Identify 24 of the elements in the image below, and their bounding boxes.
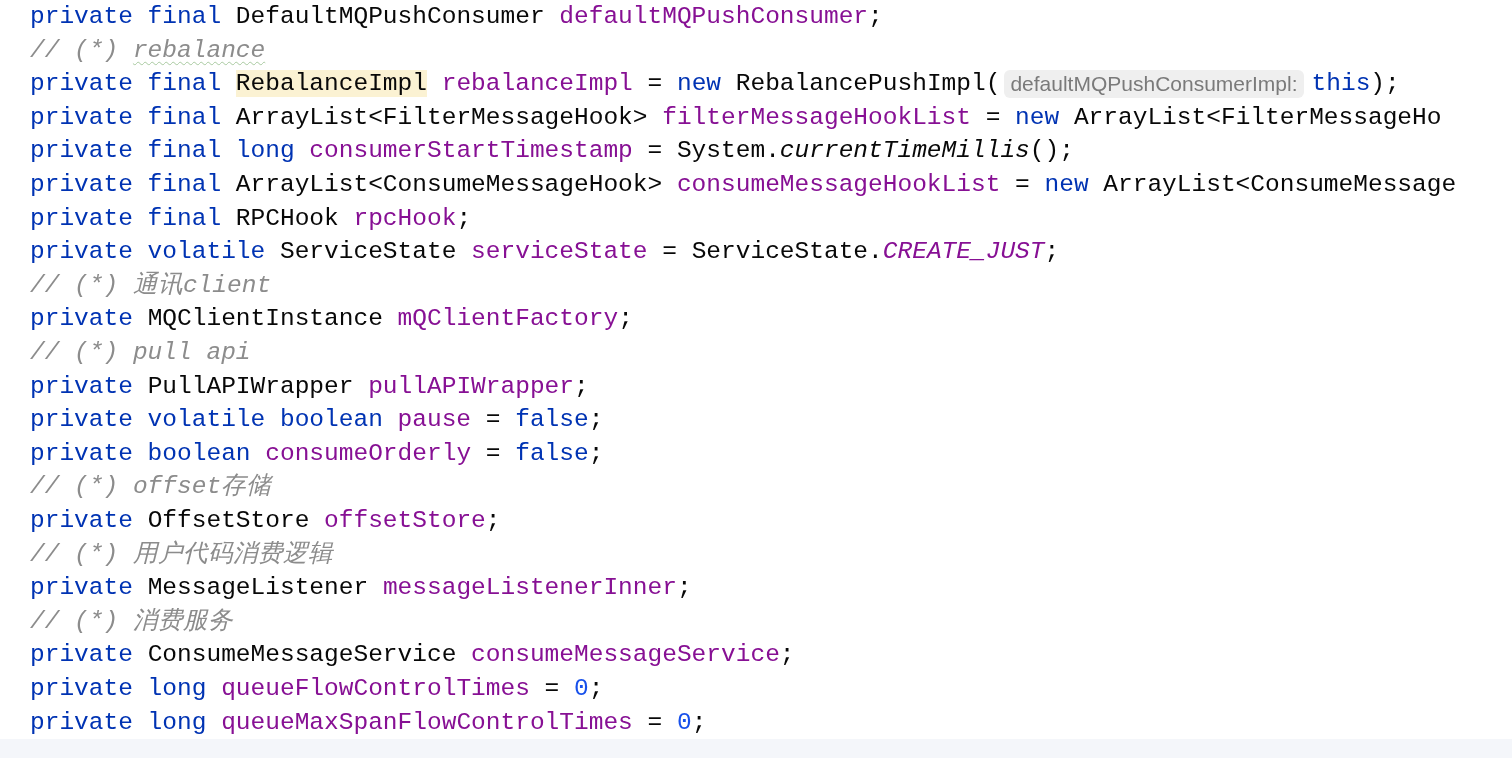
- code-text: // (*) 消费服务: [30, 606, 233, 637]
- code-text: private MQClientInstance mQClientFactory;: [30, 304, 633, 334]
- code-text: private final long consumerStartTimestamp = System.currentTimeMillis();: [30, 136, 1074, 166]
- code-text: private final RPCHook rpcHook;: [30, 203, 472, 234]
- code-text: private volatile boolean pause = false;: [30, 405, 604, 435]
- code-text: private final ArrayList<FilterMessageHook> filterMessageHookList = new ArrayList<FilterMessageHo: [30, 102, 1442, 133]
- code-text: private final RebalanceImpl rebalanceImpl = new RebalancePushImpl(: [30, 69, 1001, 99]
- code-text: // (*) 通讯client: [30, 270, 272, 301]
- code-text: private MessageListener messageListenerInner;: [30, 573, 692, 603]
- code-text: // (*) 用户代码消费逻辑: [30, 539, 333, 569]
- code-text: this);: [1311, 69, 1400, 99]
- code-text: private final DefaultMQPushConsumer defaultMQPushConsumer;: [30, 2, 883, 32]
- code-text: private final ArrayList<ConsumeMessageHook> consumeMessageHookList = new ArrayList<ConsumeMessage: [30, 170, 1457, 200]
- code-text: // (*) offset存储: [30, 472, 272, 502]
- code-text: private long queueMaxSpanFlowControlTimes = 0;: [30, 707, 707, 737]
- code-text: // (*) pull api: [30, 338, 251, 368]
- code-text: private ConsumeMessageService consumeMessageService;: [30, 640, 795, 670]
- parameter-hint: defaultMQPushConsumerImpl:: [1004, 70, 1304, 98]
- code-text: // (*) rebalance: [30, 35, 266, 66]
- code-text: private PullAPIWrapper pullAPIWrapper;: [30, 371, 589, 401]
- code-text: private boolean consumeOrderly = false;: [30, 438, 604, 469]
- code-text: private long queueFlowControlTimes = 0;: [30, 673, 604, 704]
- code-text: private volatile ServiceState serviceState = ServiceState.CREATE_JUST;: [30, 237, 1060, 267]
- code-text: private OffsetStore offsetStore;: [30, 506, 501, 536]
